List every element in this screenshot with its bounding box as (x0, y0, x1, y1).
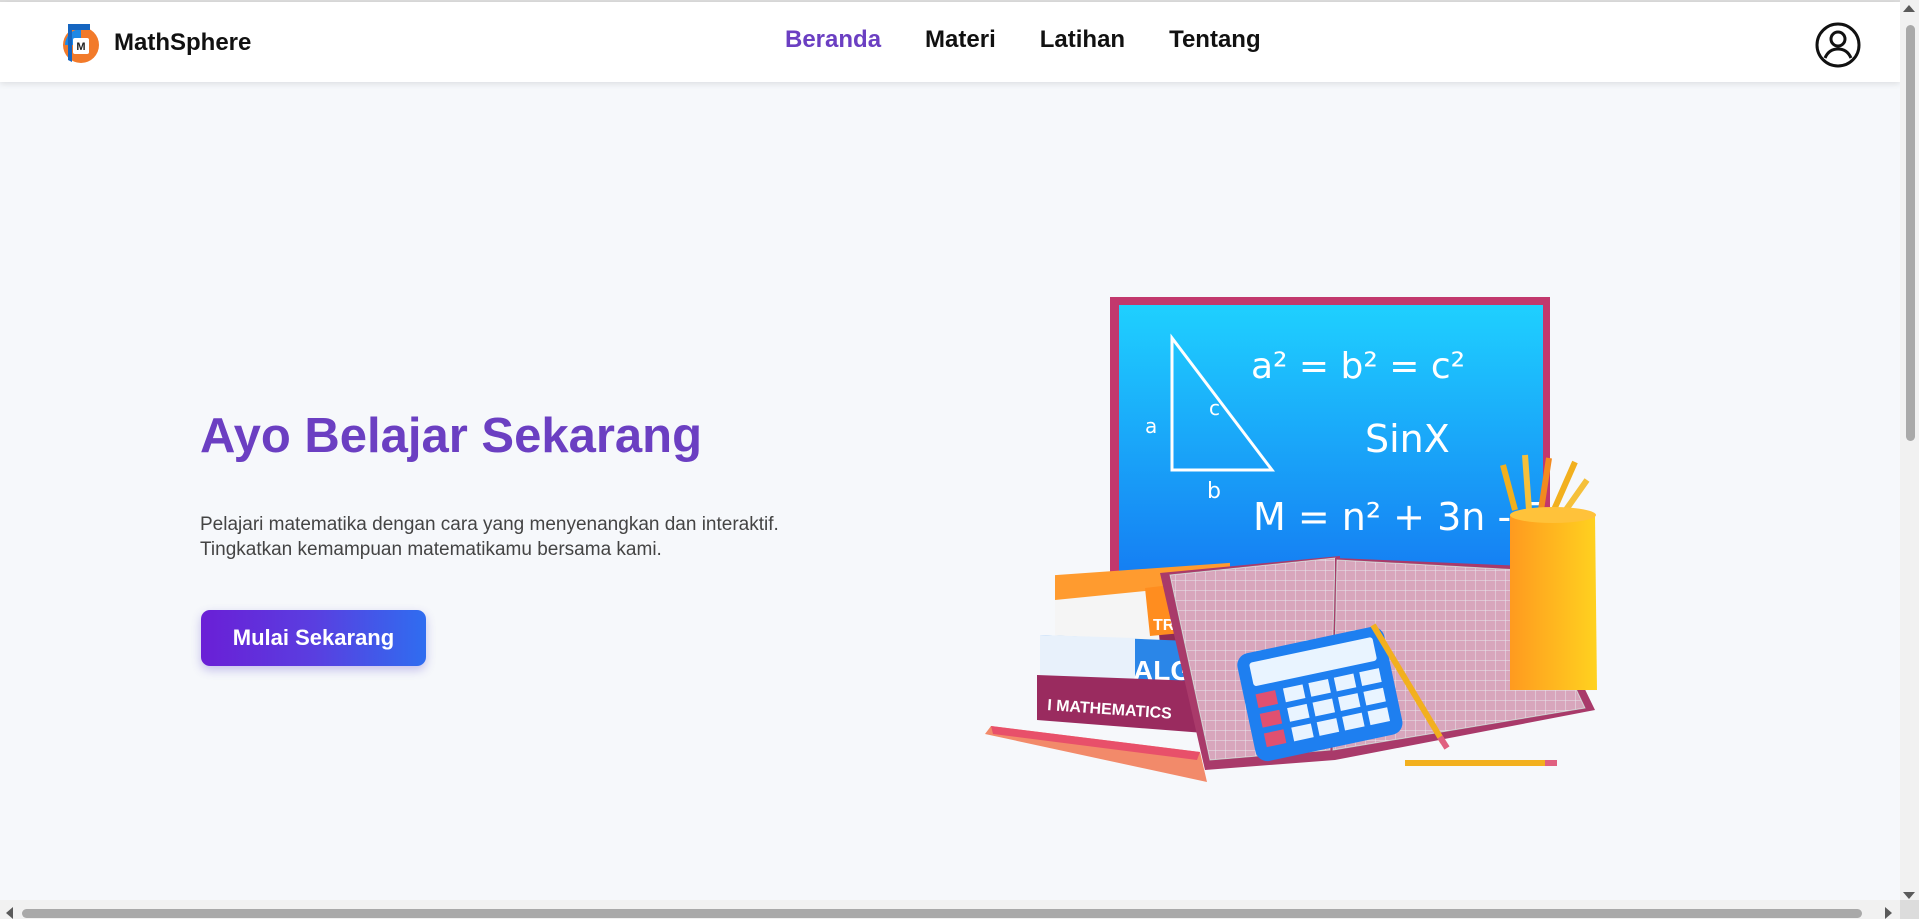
formula-polynomial: M = n² + 3n - 5 (1253, 495, 1547, 539)
start-now-button[interactable]: Mulai Sekarang (201, 610, 426, 666)
user-circle-icon[interactable] (1814, 21, 1862, 69)
hero-description-line-2: Tingkatkan kemampuan matematikamu bersam… (200, 539, 662, 560)
brand-name: MathSphere (114, 29, 252, 56)
triangle-label-b: b (1207, 479, 1221, 504)
nav-materi[interactable]: Materi (925, 26, 996, 54)
triangle-label-c: c (1209, 396, 1220, 420)
nav-beranda[interactable]: Beranda (785, 26, 881, 54)
scrollbar-corner (1900, 900, 1919, 919)
mathsphere-logo-icon: M (63, 24, 99, 63)
hero-description-line-1: Pelajari matematika dengan cara yang men… (200, 514, 779, 535)
nav-tentang[interactable]: Tentang (1169, 26, 1261, 54)
svg-text:M: M (76, 41, 85, 53)
main-nav: Beranda Materi Latihan Tentang (785, 26, 1261, 54)
triangle-label-a: a (1145, 414, 1157, 438)
math-illustration: a c b a² = b² = c² SinX M = n² + 3n - 5 … (985, 297, 1597, 782)
scroll-down-arrow-icon[interactable] (1903, 892, 1915, 899)
scroll-up-arrow-icon[interactable] (1903, 5, 1915, 12)
horizontal-scroll-thumb[interactable] (22, 909, 1862, 918)
nav-latihan[interactable]: Latihan (1040, 26, 1125, 54)
scroll-left-arrow-icon[interactable] (6, 907, 13, 919)
hero-title: Ayo Belajar Sekarang (200, 409, 703, 463)
formula-sinx: SinX (1365, 417, 1450, 461)
navbar: M MathSphere Beranda Materi Latihan Tent… (0, 2, 1900, 82)
brand[interactable]: M MathSphere (60, 20, 251, 66)
vertical-scroll-thumb[interactable] (1906, 25, 1915, 441)
formula-pythagoras: a² = b² = c² (1251, 346, 1465, 387)
scroll-right-arrow-icon[interactable] (1885, 907, 1892, 919)
hero-description: Pelajari matematika dengan cara yang men… (200, 512, 900, 562)
